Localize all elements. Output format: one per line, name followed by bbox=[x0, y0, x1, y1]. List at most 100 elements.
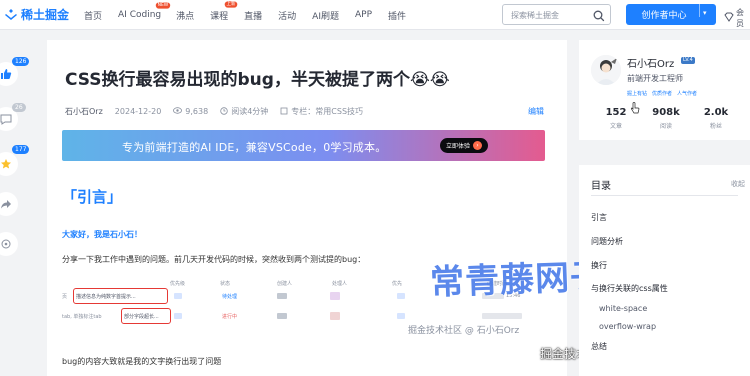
nav-ai-coding[interactable]: AI Coding NEW bbox=[118, 2, 171, 20]
top-header: 稀土掘金 首页 AI Coding NEW 沸点 课程 上新 直播 活动 AI刷… bbox=[0, 0, 750, 30]
nav-events[interactable]: 活动 bbox=[278, 9, 296, 22]
clock-icon bbox=[220, 106, 228, 117]
collect-count: 177 bbox=[12, 145, 30, 154]
nav-courses[interactable]: 课程 上新 bbox=[210, 0, 238, 22]
share-icon bbox=[0, 195, 12, 214]
chevron-down-icon[interactable]: ▾ bbox=[703, 9, 707, 17]
row-status: 进行中 bbox=[222, 314, 238, 320]
toc-item[interactable]: 问题分析 bbox=[591, 236, 623, 247]
comment-count: 26 bbox=[12, 103, 26, 112]
author-tags: 掘上有钻 优质作者 人气作者 bbox=[627, 90, 697, 97]
toc-item[interactable]: 与换行关联的css属性 bbox=[591, 283, 668, 294]
stat-reads[interactable]: 908k 阅读 bbox=[641, 107, 691, 130]
meta-author[interactable]: 石小石Orz bbox=[65, 106, 103, 117]
toc-heading: 目录 bbox=[591, 181, 611, 192]
juejin-logo-icon bbox=[4, 8, 18, 22]
like-count: 126 bbox=[12, 57, 30, 66]
banner-try-label: 立即体验 bbox=[445, 143, 470, 150]
meta-date: 2024-12-20 bbox=[114, 107, 162, 116]
priority-chip bbox=[174, 293, 182, 299]
banner-try-button[interactable]: 立即体验 › bbox=[440, 138, 488, 153]
collect-button[interactable] bbox=[0, 152, 18, 176]
arrow-right-icon: › bbox=[473, 141, 482, 150]
search-icon[interactable] bbox=[592, 8, 606, 22]
section-heading-intro: 「引言」 bbox=[62, 188, 123, 206]
comment-icon bbox=[0, 110, 12, 129]
thumb-up-icon bbox=[0, 65, 12, 84]
nav-live[interactable]: 直播 bbox=[244, 9, 262, 22]
intro-paragraph: 分享一下我工作中遇到的问题。前几天开发代码的时候，突然收到两个测试提的bug： bbox=[62, 255, 366, 264]
row-label: 页 bbox=[62, 294, 68, 300]
article-title: CSS换行最容易出现的bug，半天被提了两个😭😭 bbox=[65, 70, 450, 90]
author-tag[interactable]: 人气作者 bbox=[677, 90, 697, 97]
priority-chip bbox=[397, 293, 405, 299]
author-card: 石小石Orz LV.4 前端开发工程师 掘上有钻 优质作者 人气作者 152 文… bbox=[579, 40, 750, 140]
row-desc: 部分字段超长... bbox=[124, 314, 159, 320]
author-tag[interactable]: 优质作者 bbox=[652, 90, 672, 97]
search-box[interactable]: 探索稀土掘金 bbox=[502, 4, 611, 25]
author-title: 前端开发工程师 bbox=[627, 74, 683, 83]
toc-item[interactable]: 换行 bbox=[591, 260, 607, 271]
toc-item[interactable]: 引言 bbox=[591, 212, 607, 223]
meta-views: 9,638 bbox=[185, 107, 209, 116]
avatar-chip bbox=[277, 313, 287, 319]
nav-home[interactable]: 首页 bbox=[84, 9, 102, 22]
search-input[interactable]: 探索稀土掘金 bbox=[511, 10, 559, 21]
priority-chip bbox=[397, 313, 405, 319]
vip-label: 会员 bbox=[736, 8, 744, 28]
report-button[interactable] bbox=[0, 232, 18, 256]
stat-value: 908k bbox=[652, 107, 680, 118]
table-header-cell: 优先 bbox=[392, 281, 403, 287]
nav-ai-coding-label: AI Coding bbox=[118, 10, 162, 20]
author-stats: 152 文章 908k 阅读 2.0k 粉丝 bbox=[591, 107, 741, 130]
toc-divider bbox=[591, 195, 738, 196]
creator-divider bbox=[699, 4, 700, 17]
share-button[interactable] bbox=[0, 192, 18, 216]
nav-pins[interactable]: 沸点 bbox=[176, 9, 194, 22]
date-chip bbox=[482, 313, 522, 319]
stat-label: 粉丝 bbox=[709, 123, 722, 130]
greeting-text: 大家好，我是石小石！ bbox=[62, 230, 142, 239]
nav-courses-label: 课程 bbox=[210, 11, 229, 22]
nav-plugins[interactable]: 插件 bbox=[388, 9, 406, 22]
stat-label: 阅读 bbox=[659, 123, 672, 130]
row-status: 待处理 bbox=[222, 294, 238, 300]
bug-summary-paragraph: bug的内容大致就是我的文字换行出现了问题 bbox=[62, 357, 222, 366]
juejin-logo[interactable]: 稀土掘金 bbox=[4, 6, 69, 23]
new-course-badge: 上新 bbox=[224, 0, 238, 8]
author-name[interactable]: 石小石Orz bbox=[627, 55, 674, 70]
ad-banner[interactable]: 专为前端打造的AI IDE，兼容VSCode，0学习成本。 立即体验 › bbox=[62, 130, 545, 161]
vip-entry[interactable]: 会员 bbox=[724, 7, 750, 29]
column-icon bbox=[280, 107, 288, 117]
stat-label: 文章 bbox=[609, 123, 622, 130]
edit-link[interactable]: 编辑 bbox=[528, 106, 544, 117]
toc-collapse-button[interactable]: 收起 bbox=[731, 179, 745, 189]
main-nav: 首页 AI Coding NEW 沸点 课程 上新 直播 活动 AI刷题 APP… bbox=[84, 0, 406, 30]
new-badge: NEW bbox=[156, 2, 171, 9]
mouse-cursor-icon bbox=[630, 99, 640, 114]
row-label: tab, 单独标注tab bbox=[62, 314, 102, 320]
toc-item[interactable]: overflow-wrap bbox=[599, 322, 656, 331]
toc-item[interactable]: 总结 bbox=[591, 341, 607, 352]
nav-app[interactable]: APP bbox=[355, 10, 372, 20]
vip-icon bbox=[724, 12, 734, 24]
meta-read-time: 阅读4分钟 bbox=[231, 107, 269, 116]
author-tag[interactable]: 掘上有钻 bbox=[627, 90, 647, 97]
meta-column[interactable]: 常用CSS技巧 bbox=[315, 106, 363, 117]
stat-value: 2.0k bbox=[703, 107, 729, 118]
table-header-cell: 状态 bbox=[220, 281, 231, 287]
meta-column-prefix: 专栏： bbox=[291, 107, 316, 116]
creator-center-label: 创作者中心 bbox=[641, 11, 687, 21]
stat-followers[interactable]: 2.0k 粉丝 bbox=[691, 107, 741, 130]
table-header-cell: 处理人 bbox=[332, 281, 348, 287]
avatar[interactable] bbox=[591, 55, 621, 85]
table-of-contents: 目录 收起 引言 问题分析 换行 与换行关联的css属性 white-space… bbox=[579, 165, 750, 376]
star-icon bbox=[0, 155, 12, 174]
article-meta: 石小石Orz 2024-12-20 9,638 阅读4分钟 专栏： 常用CSS技… bbox=[65, 106, 363, 117]
eye-icon bbox=[173, 107, 183, 116]
toc-item[interactable]: white-space bbox=[599, 304, 647, 313]
nav-ai-practice[interactable]: AI刷题 bbox=[312, 9, 339, 22]
avatar-chip bbox=[330, 312, 340, 320]
table-header-cell: 创建人 bbox=[277, 281, 293, 287]
table-header-cell: 优先级 bbox=[170, 281, 186, 287]
